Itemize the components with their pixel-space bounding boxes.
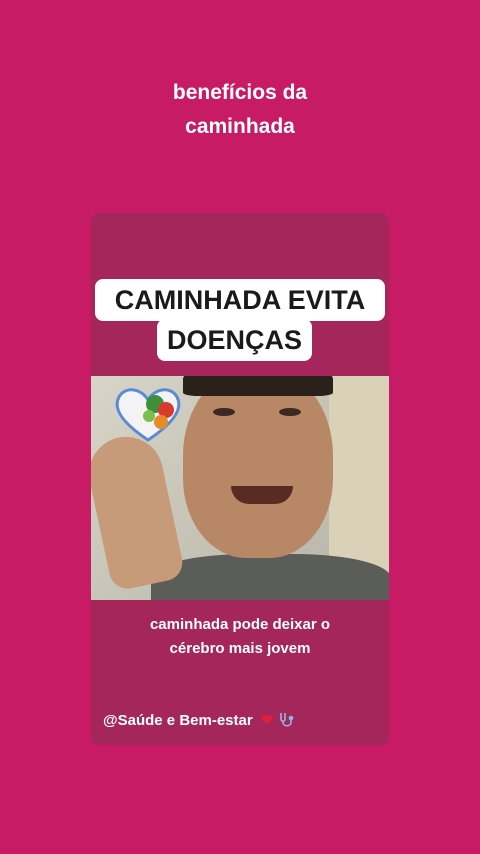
video-thumbnail[interactable] [91, 376, 389, 600]
headline-line1: CAMINHADA EVITA [95, 279, 385, 321]
shared-post-card[interactable]: CAMINHADA EVITA DOENÇAS caminhada pode d… [91, 213, 389, 745]
story-title-line2: caminhada [185, 115, 295, 138]
shirt [151, 554, 389, 600]
caption-line1: caminhada pode deixar o [149, 616, 331, 633]
raised-hand [91, 429, 186, 593]
story-title: benefícios da caminhada [0, 76, 480, 144]
heart-vegetables-sticker-icon [115, 388, 181, 442]
left-eye [213, 408, 235, 416]
story-title-line1: benefícios da [172, 81, 308, 104]
right-eye [279, 408, 301, 416]
person-hair [183, 376, 333, 396]
account-credit-text: @Saúde e Bem-estar [103, 712, 253, 729]
account-credit[interactable]: @Saúde e Bem-estar ❤ [103, 710, 296, 732]
headline-line2: DOENÇAS [157, 319, 313, 361]
person-face [183, 376, 333, 558]
story-screen: { "story": { "title_line1": "benefícios … [0, 0, 480, 854]
mouth [231, 486, 293, 504]
caption: caminhada pode deixar o cérebro mais jov… [91, 613, 389, 661]
caption-line2: cérebro mais jovem [169, 640, 311, 657]
stethoscope-icon [279, 713, 293, 727]
heart-icon: ❤ [260, 712, 274, 729]
